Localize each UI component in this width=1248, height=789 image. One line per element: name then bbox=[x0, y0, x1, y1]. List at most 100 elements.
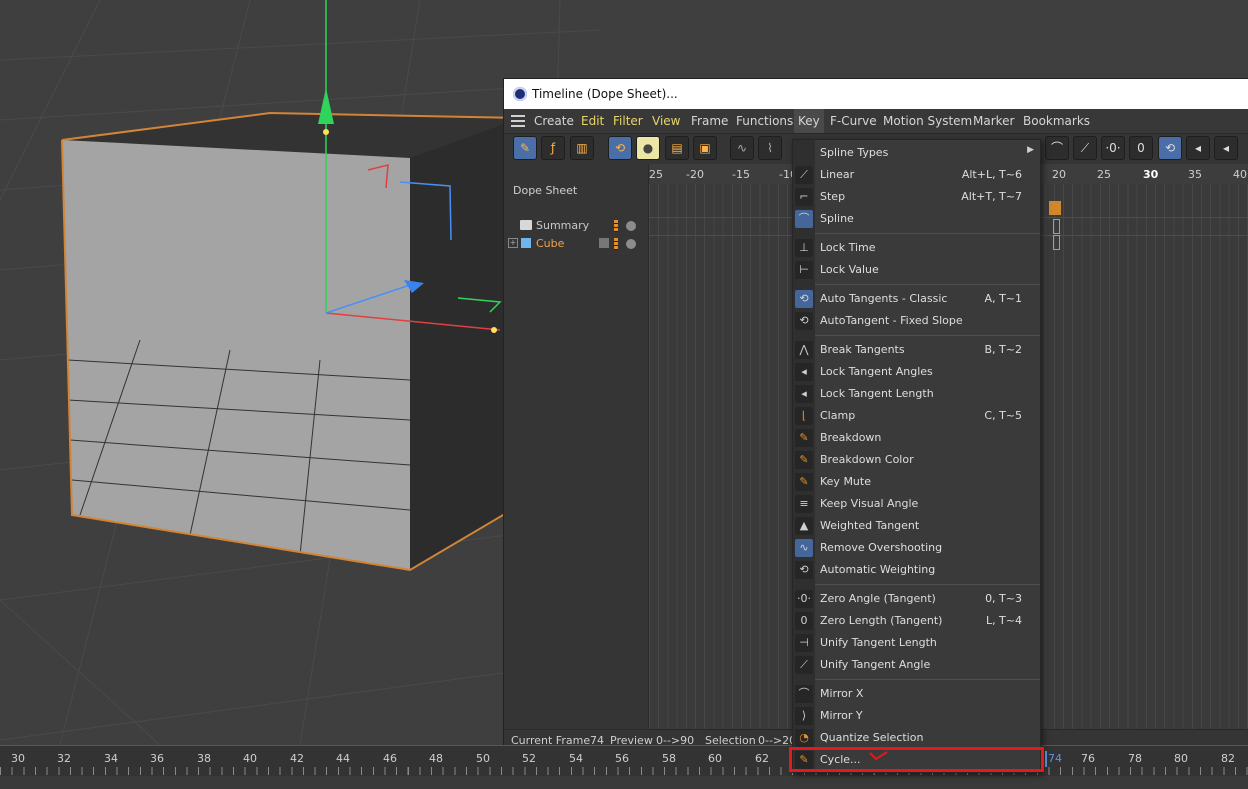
zero-length-toolbar-button[interactable]: 0 bbox=[1129, 136, 1153, 160]
lock-angle-toolbar-icon: ◂ bbox=[1194, 141, 1202, 155]
auto-tangent-toolbar-button[interactable]: ⟲ bbox=[1158, 136, 1182, 160]
menu-item-weighted-tangent[interactable]: ▲ Weighted Tangent bbox=[793, 515, 1040, 537]
track-dot[interactable] bbox=[626, 221, 636, 231]
menu-item-breakdown-color[interactable]: ✎ Breakdown Color bbox=[793, 449, 1040, 471]
menu-item-linear[interactable]: ⟋ Linear Alt+L, T~6 bbox=[793, 164, 1040, 186]
edit-icon[interactable] bbox=[599, 238, 609, 248]
expand-icon[interactable]: + bbox=[508, 238, 518, 248]
menu-frame[interactable]: Frame bbox=[691, 114, 728, 128]
menu-item-zero-angle[interactable]: ·0· Zero Angle (Tangent) 0, T~3 bbox=[793, 588, 1040, 610]
folder-record-button[interactable]: ▣ bbox=[693, 136, 717, 160]
menu-functions[interactable]: Functions bbox=[736, 114, 793, 128]
menu-separator bbox=[815, 679, 1040, 680]
auto-tangent-toolbar-icon: ⟲ bbox=[1164, 141, 1176, 155]
folder-record-icon: ▣ bbox=[699, 141, 711, 155]
lock-angle-toolbar-button[interactable]: ◂ bbox=[1186, 136, 1210, 160]
auto-refresh-button[interactable]: ⟲ bbox=[608, 136, 632, 160]
menu-item-zero-length[interactable]: 0 Zero Length (Tangent) L, T~4 bbox=[793, 610, 1040, 632]
link-view-button[interactable]: ● bbox=[636, 136, 660, 160]
menu-key[interactable]: Key bbox=[794, 109, 824, 133]
unify-angle-icon: ⟋ bbox=[795, 656, 813, 674]
x-axis-handle[interactable] bbox=[491, 327, 497, 333]
menu-item-keep-visual-angle[interactable]: ≡ Keep Visual Angle bbox=[793, 493, 1040, 515]
weighted-tangent-icon: ▲ bbox=[795, 517, 813, 535]
timeline-ticks bbox=[0, 767, 1248, 775]
menu-item-breakdown[interactable]: ✎ Breakdown bbox=[793, 427, 1040, 449]
menu-item-quantize-selection[interactable]: ◔ Quantize Selection bbox=[793, 727, 1040, 749]
fcurve-mode-icon: ƒ bbox=[550, 141, 556, 155]
key-mode-button[interactable]: ✎ bbox=[513, 136, 537, 160]
y-axis-handle[interactable] bbox=[323, 129, 329, 135]
cube-keyframe[interactable] bbox=[1053, 219, 1060, 234]
menu-item-auto-tangents-classic[interactable]: ⟲ Auto Tangents - Classic A, T~1 bbox=[793, 288, 1040, 310]
menu-filter[interactable]: Filter bbox=[613, 114, 643, 128]
menu-item-mirror-x[interactable]: ⌒ Mirror X bbox=[793, 683, 1040, 705]
menu-bookmarks[interactable]: Bookmarks bbox=[1023, 114, 1090, 128]
menu-item-automatic-weighting[interactable]: ⟲ Automatic Weighting bbox=[793, 559, 1040, 581]
y-axis-arrow-icon[interactable] bbox=[318, 88, 334, 124]
zero-angle-icon: ·0· bbox=[795, 590, 813, 608]
menu-item-label: Clamp bbox=[820, 409, 856, 422]
timeline-label: 46 bbox=[383, 752, 397, 765]
menu-item-lock-time[interactable]: ⊥ Lock Time bbox=[793, 237, 1040, 259]
track-toggle[interactable] bbox=[614, 220, 618, 232]
main-timeline[interactable]: 30 32 34 36 38 40 42 44 46 48 50 52 54 5… bbox=[0, 745, 1248, 789]
menu-item-mirror-y[interactable]: ⟩ Mirror Y bbox=[793, 705, 1040, 727]
menu-item-autotangent-fixed-slope[interactable]: ⟲ AutoTangent - Fixed Slope bbox=[793, 310, 1040, 332]
menu-item-lock-value[interactable]: ⊢ Lock Value bbox=[793, 259, 1040, 281]
menu-item-label: Step bbox=[820, 190, 846, 203]
curve-linear-button[interactable]: ⟋ bbox=[1073, 136, 1097, 160]
lock-length-toolbar-button[interactable]: ◂ bbox=[1214, 136, 1238, 160]
menu-motion-system[interactable]: Motion System bbox=[883, 114, 972, 128]
menu-item-shortcut: Alt+L, T~6 bbox=[961, 168, 1022, 181]
lock-value-icon: ⊢ bbox=[795, 261, 813, 279]
track-toggle[interactable] bbox=[614, 238, 618, 250]
menu-item-break-tangents[interactable]: ⋀ Break Tangents B, T~2 bbox=[793, 339, 1040, 361]
menu-create[interactable]: Create bbox=[534, 114, 574, 128]
menu-item-key-mute[interactable]: ✎ Key Mute bbox=[793, 471, 1040, 493]
motion-mode-button[interactable]: ▥ bbox=[570, 136, 594, 160]
menu-item-unify-tangent-length[interactable]: ⊣ Unify Tangent Length bbox=[793, 632, 1040, 654]
unify-length-icon: ⊣ bbox=[795, 634, 813, 652]
lock-time-icon: ⊥ bbox=[795, 239, 813, 257]
menu-item-unify-tangent-angle[interactable]: ⟋ Unify Tangent Angle bbox=[793, 654, 1040, 676]
menu-item-label: Breakdown bbox=[820, 431, 882, 444]
menu-item-lock-tangent-length[interactable]: ◂ Lock Tangent Length bbox=[793, 383, 1040, 405]
waveform-button[interactable]: ∿ bbox=[730, 136, 754, 160]
menu-item-clamp[interactable]: ⌊ Clamp C, T~5 bbox=[793, 405, 1040, 427]
menu-item-remove-overshooting[interactable]: ∿ Remove Overshooting bbox=[793, 537, 1040, 559]
cube-keyframe[interactable] bbox=[1053, 235, 1060, 250]
cycle-highlight-box bbox=[789, 747, 1044, 772]
window-titlebar[interactable]: Timeline (Dope Sheet)... bbox=[504, 79, 1248, 109]
dope-sheet-title: Dope Sheet bbox=[513, 184, 578, 197]
menu-view[interactable]: View bbox=[652, 114, 680, 128]
summary-keyframe[interactable] bbox=[1049, 201, 1061, 215]
menu-separator bbox=[815, 335, 1040, 336]
cube-icon bbox=[521, 238, 531, 248]
menu-marker[interactable]: Marker bbox=[973, 114, 1014, 128]
menu-f-curve[interactable]: F-Curve bbox=[830, 114, 877, 128]
menu-item-label: Remove Overshooting bbox=[820, 541, 943, 554]
auto-tangents-icon: ⟲ bbox=[795, 290, 813, 308]
timeline-label: 54 bbox=[569, 752, 583, 765]
menu-edit[interactable]: Edit bbox=[581, 114, 604, 128]
menu-item-step[interactable]: ⌐ Step Alt+T, T~7 bbox=[793, 186, 1040, 208]
clamp-icon: ⌊ bbox=[795, 407, 813, 425]
menu-item-lock-tangent-angles[interactable]: ◂ Lock Tangent Angles bbox=[793, 361, 1040, 383]
tree-row-summary[interactable]: Summary bbox=[504, 217, 648, 235]
playhead-marker[interactable] bbox=[1045, 751, 1047, 767]
fcurve-mode-button[interactable]: ƒ bbox=[541, 136, 565, 160]
folder-keys-button[interactable]: ▤ bbox=[665, 136, 689, 160]
menu-item-label: Weighted Tangent bbox=[820, 519, 920, 532]
menu-item-spline[interactable]: ⌒ Spline bbox=[793, 208, 1040, 230]
menu-item-label: Keep Visual Angle bbox=[820, 497, 919, 510]
curve-ease-button[interactable]: ⌒ bbox=[1045, 136, 1069, 160]
track-dot[interactable] bbox=[626, 239, 636, 249]
key-mute-icon: ✎ bbox=[795, 473, 813, 491]
pulse-button[interactable]: ⌇ bbox=[758, 136, 782, 160]
hamburger-menu-icon[interactable] bbox=[511, 115, 525, 127]
timeline-label: 52 bbox=[522, 752, 536, 765]
zero-angle-toolbar-button[interactable]: ·0· bbox=[1101, 136, 1125, 160]
tree-row-cube[interactable]: + Cube bbox=[504, 235, 648, 253]
menu-item-spline-types[interactable]: Spline Types ▶ bbox=[793, 142, 1040, 164]
